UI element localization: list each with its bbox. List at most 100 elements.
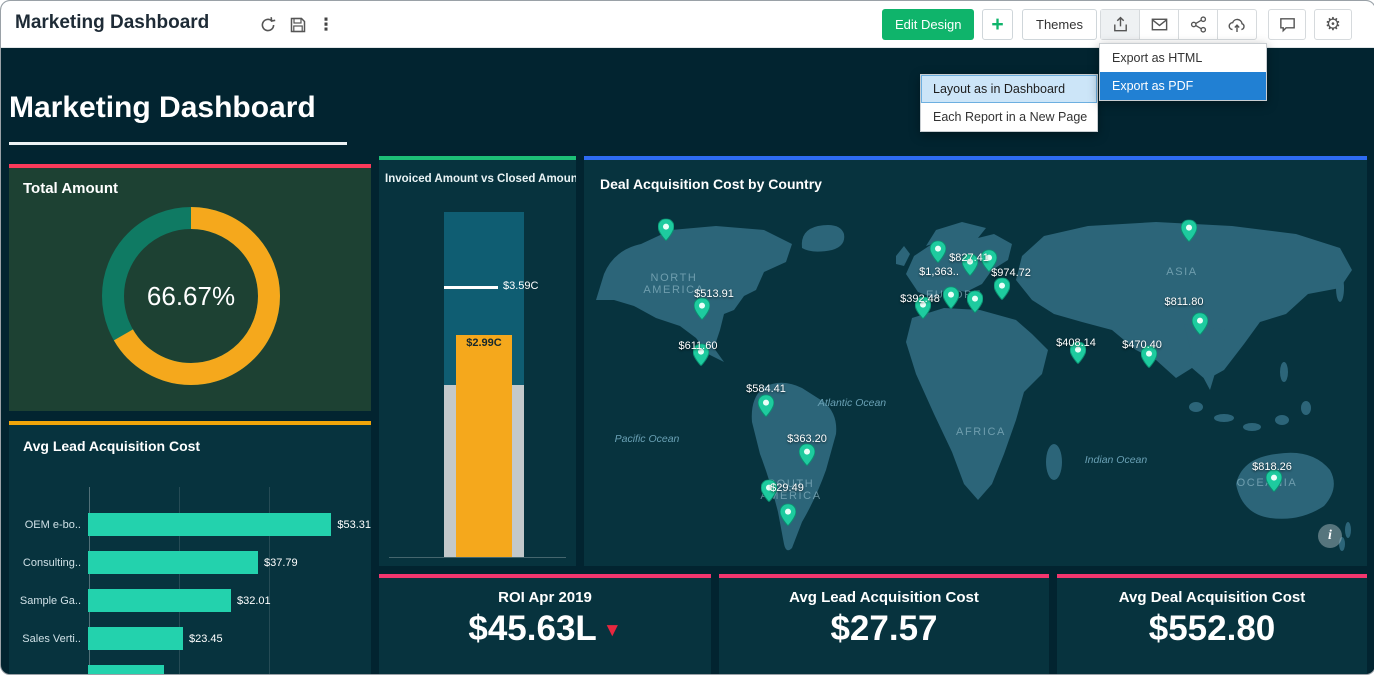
map-region-label: ASIA bbox=[1166, 266, 1197, 278]
bar-value-label: $37.79 bbox=[264, 557, 298, 569]
map-value-label: $818.26 bbox=[1252, 461, 1292, 473]
more-options-icon[interactable]: ⋮ bbox=[315, 14, 337, 36]
map-pin[interactable] bbox=[967, 291, 983, 318]
kpi-value: $45.63L bbox=[468, 609, 596, 648]
bar-value-label: $32.01 bbox=[237, 595, 271, 607]
map-value-label: $29.49 bbox=[770, 482, 804, 494]
export-menu: Export as HTML Export as PDF bbox=[1099, 43, 1267, 101]
map-pin[interactable] bbox=[943, 287, 959, 314]
map-pin[interactable] bbox=[1192, 313, 1208, 340]
map-value-label: $584.41 bbox=[746, 383, 786, 395]
map-value-label: $363.20 bbox=[787, 433, 827, 445]
map-marker-icon bbox=[994, 278, 1010, 300]
map-region-label: AFRICA bbox=[956, 426, 1006, 438]
map-marker-icon bbox=[930, 241, 946, 263]
add-button[interactable]: + bbox=[982, 9, 1013, 40]
widget-title: Invoiced Amount vs Closed Amount bbox=[379, 160, 576, 185]
bar-category-label: Sales Verti.. bbox=[9, 633, 87, 645]
target-value-label: $3.59C bbox=[503, 280, 538, 292]
map-ocean-label: Indian Ocean bbox=[1085, 454, 1147, 466]
map-value-label: $513.91 bbox=[694, 288, 734, 300]
widget-total-amount: Total Amount 66.67% bbox=[9, 164, 371, 411]
save-icon[interactable] bbox=[287, 14, 309, 36]
bar-category-label: Sample Ga.. bbox=[9, 595, 87, 607]
widget-title: Avg Lead Acquisition Cost bbox=[9, 425, 371, 467]
map-marker-icon bbox=[658, 219, 674, 241]
email-icon bbox=[1150, 15, 1169, 34]
map-pin[interactable] bbox=[1266, 470, 1282, 497]
map-value-label: $611.60 bbox=[679, 340, 718, 352]
app-title: Marketing Dashboard bbox=[15, 12, 209, 34]
app-window: Marketing Dashboard ⋮ Edit Design + Them… bbox=[0, 0, 1374, 675]
comments-button[interactable] bbox=[1268, 9, 1306, 40]
actual-column[interactable] bbox=[456, 335, 512, 557]
map-pin[interactable] bbox=[799, 444, 815, 471]
trend-down-icon: ▼ bbox=[603, 620, 622, 641]
axis-line bbox=[389, 557, 566, 558]
export-button[interactable] bbox=[1101, 10, 1140, 39]
kpi-card-avg-lead-cost: Avg Lead Acquisition Cost $27.57 bbox=[719, 574, 1049, 674]
share-button[interactable] bbox=[1179, 10, 1218, 39]
settings-button[interactable]: ⚙ bbox=[1314, 9, 1352, 40]
map-value-label: $827.41 bbox=[949, 252, 989, 264]
kpi-title: ROI Apr 2019 bbox=[379, 589, 711, 606]
edit-design-button[interactable]: Edit Design bbox=[882, 9, 974, 40]
map-marker-icon bbox=[758, 395, 774, 417]
target-line bbox=[444, 286, 498, 289]
comment-icon bbox=[1278, 15, 1297, 34]
bar[interactable] bbox=[88, 513, 331, 536]
map-pin[interactable] bbox=[994, 278, 1010, 305]
widget-invoiced-vs-closed: Invoiced Amount vs Closed Amount $2.99C … bbox=[379, 156, 576, 566]
map-marker-icon bbox=[1181, 220, 1197, 242]
map-value-label: $1,363.. bbox=[919, 266, 959, 278]
map-pin[interactable] bbox=[758, 395, 774, 422]
bar-value-label: $53.31 bbox=[337, 519, 371, 531]
kpi-title: Avg Deal Acquisition Cost bbox=[1057, 589, 1367, 606]
bar-category-label: OEM e-bo.. bbox=[9, 519, 87, 531]
toolbar: Marketing Dashboard ⋮ Edit Design + Them… bbox=[1, 1, 1374, 48]
map-value-label: $408.14 bbox=[1056, 337, 1096, 349]
map-marker-icon bbox=[694, 298, 710, 320]
kpi-card-avg-deal-cost: Avg Deal Acquisition Cost $552.80 bbox=[1057, 574, 1367, 674]
toolbar-icon-group bbox=[1100, 9, 1257, 40]
menu-item-export-pdf[interactable]: Export as PDF bbox=[1100, 72, 1266, 100]
donut-center-value: 66.67% bbox=[91, 196, 291, 396]
bar[interactable] bbox=[88, 589, 231, 612]
menu-item-export-html[interactable]: Export as HTML bbox=[1100, 44, 1266, 72]
bar[interactable] bbox=[88, 627, 183, 650]
map-pin[interactable] bbox=[930, 241, 946, 268]
themes-button[interactable]: Themes bbox=[1022, 9, 1097, 40]
bar-row: Sales Verti.. $23.45 bbox=[9, 627, 371, 650]
widget-title: Deal Acquisition Cost by Country bbox=[584, 160, 1367, 192]
cloud-upload-icon bbox=[1227, 15, 1247, 35]
map-pin[interactable] bbox=[694, 298, 710, 325]
map-marker-icon bbox=[967, 291, 983, 313]
kpi-card-roi: ROI Apr 2019 $45.63L ▼ bbox=[379, 574, 711, 674]
map-value-label: $470.40 bbox=[1122, 339, 1162, 351]
export-icon bbox=[1111, 15, 1130, 34]
bar[interactable] bbox=[88, 551, 258, 574]
bar-value-label: $23.45 bbox=[189, 633, 223, 645]
map-value-label: $392.48 bbox=[900, 293, 940, 305]
publish-button[interactable] bbox=[1218, 10, 1256, 39]
map-value-label: $811.80 bbox=[1165, 296, 1204, 308]
map-marker-icon bbox=[780, 504, 796, 526]
map-pin[interactable] bbox=[780, 504, 796, 531]
map-marker-icon bbox=[1266, 470, 1282, 492]
map-ocean-label: Pacific Ocean bbox=[615, 433, 680, 445]
bar-category-label: Consulting.. bbox=[9, 557, 87, 569]
refresh-icon[interactable] bbox=[257, 14, 279, 36]
map-value-label: $974.72 bbox=[991, 267, 1031, 279]
gear-icon: ⚙ bbox=[1325, 14, 1341, 35]
map-pin[interactable] bbox=[658, 219, 674, 246]
pdf-layout-menu: Layout as in Dashboard Each Report in a … bbox=[920, 74, 1098, 132]
map-pin[interactable] bbox=[1181, 220, 1197, 247]
kpi-value: $552.80 bbox=[1149, 609, 1276, 648]
kpi-value: $27.57 bbox=[830, 609, 937, 648]
bar-row: OEM e-bo.. $53.31 bbox=[9, 513, 371, 536]
info-icon[interactable]: i bbox=[1318, 524, 1342, 548]
widget-avg-lead-cost-chart: Avg Lead Acquisition Cost OEM e-bo.. $53… bbox=[9, 421, 371, 674]
email-button[interactable] bbox=[1140, 10, 1179, 39]
menu-item-each-report-new-page[interactable]: Each Report in a New Page bbox=[921, 103, 1097, 131]
menu-item-layout-as-in-dashboard[interactable]: Layout as in Dashboard bbox=[921, 75, 1097, 103]
